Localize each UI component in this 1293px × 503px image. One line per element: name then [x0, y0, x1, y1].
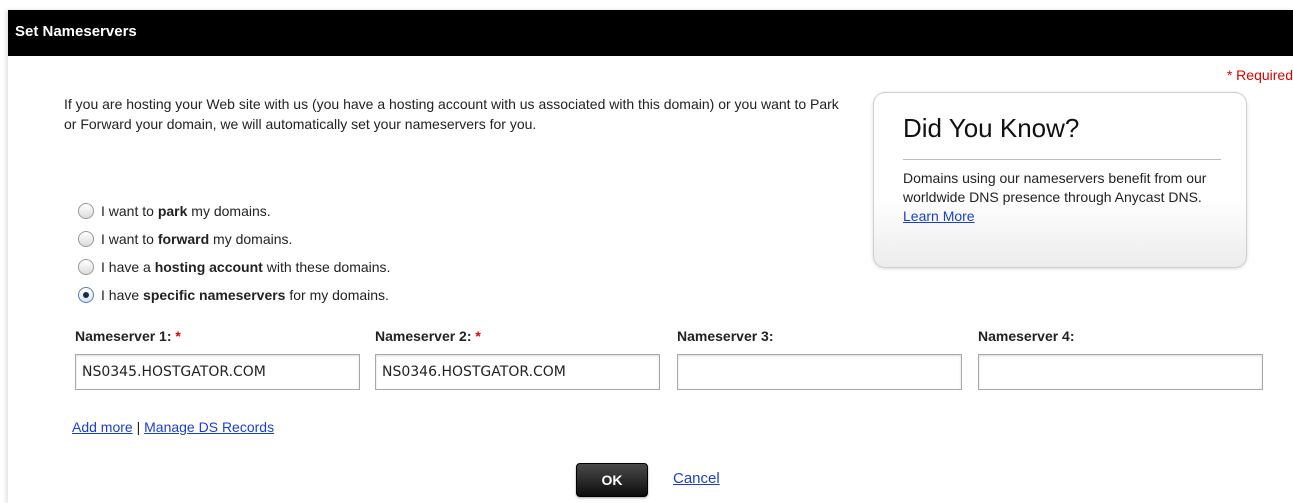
nameserver-1-group: Nameserver 1: *	[75, 328, 360, 390]
nameserver-options: I want to park my domains. I want to for…	[78, 199, 390, 311]
cancel-link[interactable]: Cancel	[673, 470, 720, 487]
option-hosting-label: I have a hosting account with these doma…	[101, 259, 391, 275]
set-nameservers-dialog: Set Nameservers * Required If you are ho…	[8, 10, 1293, 503]
nameserver-3-group: Nameserver 3:	[677, 328, 962, 390]
nameserver-1-label: Nameserver 1: *	[75, 328, 181, 344]
nameserver-4-input[interactable]	[978, 354, 1263, 390]
learn-more-link[interactable]: Learn More	[903, 208, 975, 224]
did-you-know-panel: Did You Know? Domains using our nameserv…	[873, 92, 1247, 268]
intro-text: If you are hosting your Web site with us…	[64, 96, 839, 132]
nameserver-1-input[interactable]	[75, 354, 360, 390]
radio-forward[interactable]	[78, 231, 94, 247]
nameserver-4-group: Nameserver 4:	[978, 328, 1263, 390]
dialog-title: Set Nameservers	[8, 10, 1293, 56]
nameserver-2-input[interactable]	[375, 354, 660, 390]
nameserver-4-label: Nameserver 4:	[978, 328, 1075, 344]
radio-park[interactable]	[78, 203, 94, 219]
option-specific-label: I have specific nameservers for my domai…	[101, 287, 389, 303]
option-park[interactable]: I want to park my domains.	[78, 199, 390, 223]
nameserver-3-label: Nameserver 3:	[677, 328, 774, 344]
radio-specific[interactable]	[78, 287, 94, 303]
nameserver-3-input[interactable]	[677, 354, 962, 390]
option-hosting[interactable]: I have a hosting account with these doma…	[78, 255, 390, 279]
manage-ds-records-link[interactable]: Manage DS Records	[144, 419, 274, 435]
secondary-links: Add more | Manage DS Records	[72, 419, 274, 435]
did-you-know-text: Domains using our nameservers benefit fr…	[903, 170, 1207, 205]
nameserver-2-group: Nameserver 2: *	[375, 328, 660, 390]
add-more-link[interactable]: Add more	[72, 419, 133, 435]
option-forward[interactable]: I want to forward my domains.	[78, 227, 390, 251]
option-specific[interactable]: I have specific nameservers for my domai…	[78, 283, 390, 307]
option-forward-label: I want to forward my domains.	[101, 231, 293, 247]
did-you-know-body: Domains using our nameservers benefit fr…	[903, 169, 1233, 226]
option-park-label: I want to park my domains.	[101, 203, 271, 219]
required-note: * Required	[1226, 67, 1293, 83]
did-you-know-divider	[903, 159, 1221, 160]
ok-button[interactable]: OK	[576, 463, 648, 497]
nameserver-2-label: Nameserver 2: *	[375, 328, 481, 344]
did-you-know-title: Did You Know?	[903, 113, 1080, 143]
radio-hosting[interactable]	[78, 259, 94, 275]
link-separator: |	[136, 419, 141, 435]
